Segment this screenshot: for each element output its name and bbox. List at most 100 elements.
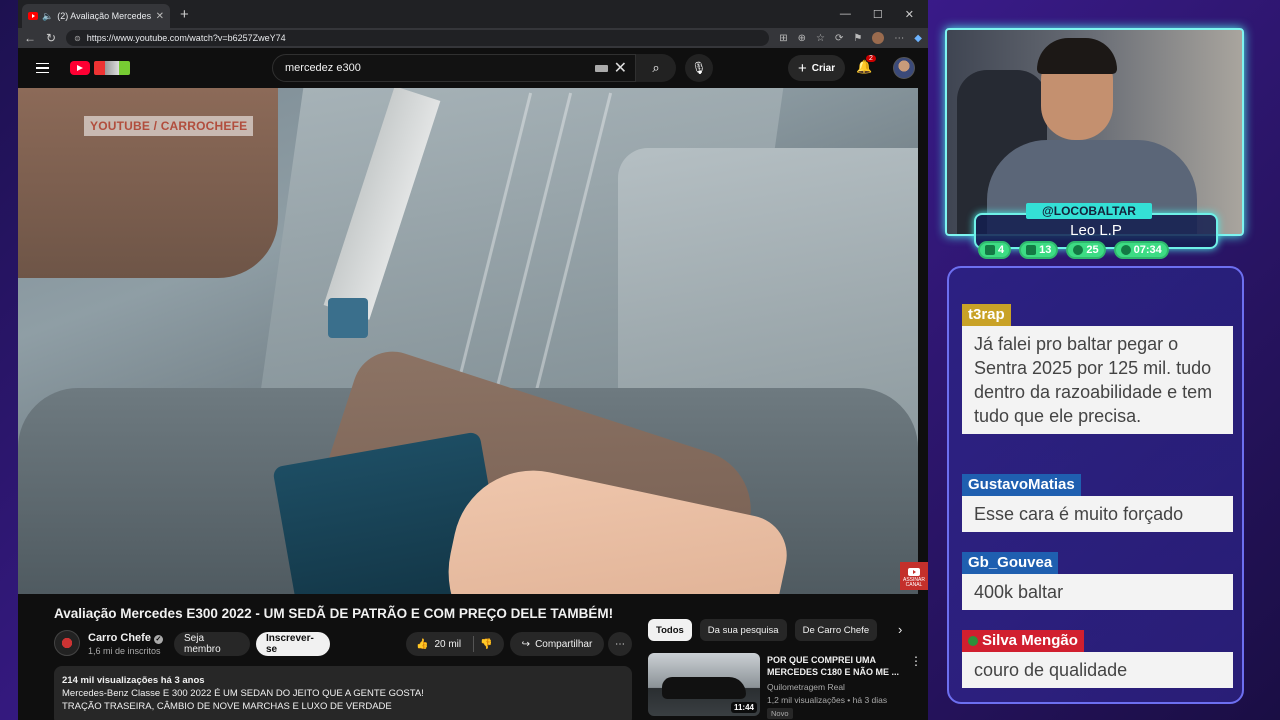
filter-chips: Todos Da sua pesquisa De Carro Chefe: [648, 619, 878, 641]
recommendation-meta: 1,2 mil visualizações • há 3 dias: [767, 695, 888, 705]
clear-search-icon[interactable]: ✕: [614, 58, 627, 78]
url-text: https://www.youtube.com/watch?v=b6257Zwe…: [86, 33, 286, 43]
plus-icon: +: [798, 59, 807, 77]
recommendation-menu-icon[interactable]: ⋮: [910, 654, 922, 668]
reload-icon[interactable]: ↻: [46, 31, 56, 45]
zoom-icon[interactable]: ⊕: [798, 33, 806, 44]
watermark-channel: CARROCHEFE: [160, 119, 248, 133]
badge-icon: [968, 636, 978, 646]
streamer-name: Leo L.P: [1070, 222, 1122, 239]
youtube-viewers: 13: [1019, 241, 1059, 259]
search-input[interactable]: mercedez e300 ✕: [272, 54, 636, 82]
share-button[interactable]: ↪ Compartilhar: [510, 632, 604, 656]
twitch-viewers: 4: [978, 241, 1012, 259]
description-line: Mercedes-Benz Classe E 300 2022 É UM SED…: [62, 688, 424, 699]
keyboard-icon[interactable]: [594, 64, 608, 72]
subscribe-watermark-button[interactable]: ASSINAR CANAL: [900, 562, 928, 590]
chat-username: GustavoMatias: [962, 474, 1081, 496]
profile-avatar[interactable]: [872, 32, 885, 44]
subscribe-badge-label: ASSINAR CANAL: [903, 577, 925, 588]
dislike-icon[interactable]: 👎: [480, 639, 492, 650]
video-title: Avaliação Mercedes E300 2022 - UM SEDÃ D…: [54, 606, 614, 621]
search-button[interactable]: ⌕: [636, 54, 676, 82]
chat-text: Já falei pro baltar pegar o Sentra 2025 …: [962, 326, 1233, 434]
tab-bar: 🔈 (2) Avaliação Mercedes E300 ✕ + — ☐ ✕: [18, 0, 928, 28]
bookmark-star-icon[interactable]: ☆: [816, 33, 825, 44]
search-icon: ⌕: [652, 60, 660, 75]
channel-avatar[interactable]: [54, 630, 80, 656]
close-window-button[interactable]: ✕: [905, 8, 914, 21]
views-meta: 214 mil visualizações há 3 anos: [62, 675, 205, 686]
minimize-button[interactable]: —: [840, 8, 851, 21]
channel-name-text: Carro Chefe: [88, 632, 151, 644]
browser-tab[interactable]: 🔈 (2) Avaliação Mercedes E300 ✕: [22, 4, 170, 28]
recommendation-channel[interactable]: Quilometragem Real: [767, 682, 845, 692]
chevron-right-icon[interactable]: ›: [898, 622, 902, 637]
chat-text: Esse cara é muito forçado: [962, 496, 1233, 532]
join-button[interactable]: Seja membro: [174, 632, 250, 656]
watermark-prefix: YOUTUBE /: [90, 119, 158, 133]
recommendation-title[interactable]: POR QUE COMPREI UMA MERCEDES C180 E NÃO …: [767, 654, 901, 678]
streamer-handle: @LOCOBALTAR: [1026, 203, 1152, 219]
video-player[interactable]: [18, 88, 918, 594]
menu-dots-icon[interactable]: ⋯: [894, 33, 904, 44]
share-icon: ↪: [521, 638, 531, 650]
chat-username: t3rap: [962, 304, 1011, 326]
video-description[interactable]: 214 mil visualizações há 3 anos Mercedes…: [54, 666, 632, 720]
youtube-header: mercedez e300 ✕ ⌕ 🎙 + Criar 🔔 2: [18, 48, 928, 88]
seat-belt-buckle: [328, 298, 368, 338]
stream-uptime: 07:34: [1113, 241, 1169, 259]
divider: [473, 636, 475, 652]
verified-icon: ✓: [153, 635, 163, 644]
stat-value: 25: [1086, 244, 1099, 256]
chip-from-channel[interactable]: De Carro Chefe: [794, 619, 878, 641]
url-field[interactable]: ⊜ https://www.youtube.com/watch?v=b6257Z…: [66, 30, 770, 46]
video-duration: 11:44: [730, 702, 757, 713]
youtube-doodle-logo[interactable]: [94, 61, 130, 75]
stat-value: 07:34: [1133, 244, 1162, 256]
youtube-logo-icon[interactable]: [70, 61, 90, 75]
channel-name[interactable]: Carro Chefe ✓: [88, 632, 163, 644]
youtube-favicon-icon: [28, 12, 38, 20]
chat-text: 400k baltar: [962, 574, 1233, 610]
chat-message: GustavoMatias Esse cara é muito forçado: [962, 474, 1233, 532]
chip-todos[interactable]: Todos: [648, 619, 692, 641]
chat-message: Gb_Gouvea 400k baltar: [962, 552, 1233, 610]
streamer-hair: [1037, 38, 1117, 74]
youtube-play-icon: [908, 568, 920, 576]
create-button[interactable]: + Criar: [788, 55, 846, 81]
chat-message: Silva Mengão couro de qualidade: [962, 630, 1233, 688]
close-tab-icon[interactable]: ✕: [156, 11, 164, 22]
more-actions-button[interactable]: ⋯: [608, 632, 632, 656]
new-badge: Novo: [767, 708, 793, 719]
video-watermark: YOUTUBE / CARROCHEFE: [84, 116, 254, 136]
chat-username-text: Silva Mengão: [982, 632, 1078, 649]
voice-search-button[interactable]: 🎙: [685, 54, 713, 82]
description-line: TRAÇÃO TRASEIRA, CÂMBIO DE NOVE MARCHAS …: [62, 701, 392, 712]
chat-message: t3rap Já falei pro baltar pegar o Sentra…: [962, 304, 1233, 434]
subscribe-button[interactable]: Inscrever-se: [256, 632, 330, 656]
extensions-icon[interactable]: ⟳: [835, 33, 843, 44]
notifications-button[interactable]: 🔔 2: [856, 55, 876, 75]
site-info-icon[interactable]: ⊜: [74, 34, 81, 43]
search-query: mercedez e300: [285, 62, 361, 74]
like-count[interactable]: 20 mil: [434, 639, 461, 650]
address-bar: ← ↻ ⊜ https://www.youtube.com/watch?v=b6…: [18, 28, 928, 48]
new-tab-button[interactable]: +: [180, 6, 189, 23]
account-avatar[interactable]: [893, 57, 915, 79]
kick-viewers: 25: [1066, 241, 1106, 259]
favorites-icon[interactable]: ⚑: [853, 33, 862, 44]
menu-icon[interactable]: [36, 62, 62, 74]
apps-icon[interactable]: ⊞: [779, 33, 787, 44]
back-icon[interactable]: ←: [24, 31, 36, 45]
copilot-icon[interactable]: ◆: [914, 33, 922, 44]
maximize-button[interactable]: ☐: [873, 8, 883, 21]
youtube-icon: [1026, 245, 1037, 255]
share-label: Compartilhar: [535, 638, 593, 650]
browser-window: 🔈 (2) Avaliação Mercedes E300 ✕ + — ☐ ✕ …: [18, 0, 928, 720]
clock-icon: [1120, 245, 1131, 255]
speaker-icon[interactable]: 🔈: [42, 11, 53, 22]
chip-from-search[interactable]: Da sua pesquisa: [699, 619, 787, 641]
like-icon[interactable]: 👍: [416, 639, 428, 650]
recommendation-thumbnail[interactable]: 11:44: [648, 653, 760, 716]
